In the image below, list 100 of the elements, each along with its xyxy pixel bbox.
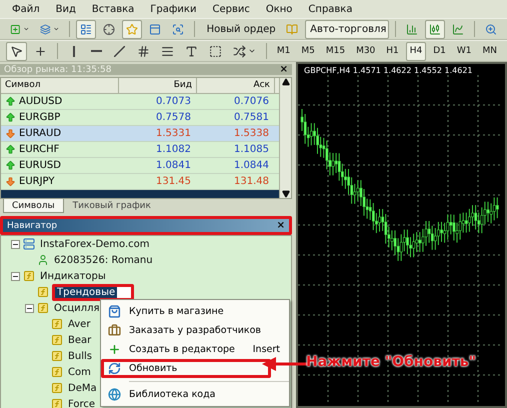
caret-icon — [22, 25, 30, 33]
menu-item[interactable]: Файл — [4, 4, 48, 14]
quote-row[interactable]: EURUSD 1.0841 1.0844 — [1, 158, 279, 174]
text-icon — [184, 44, 198, 58]
toolbar-button[interactable] — [6, 42, 27, 60]
bid-cell-text: 1.1082 — [155, 144, 192, 155]
menu-item[interactable]: Обновить — [101, 359, 271, 378]
cursor-icon — [10, 44, 23, 58]
menu-item[interactable]: Создать в редакторе Insert — [101, 340, 289, 359]
indicator-icon — [51, 350, 63, 362]
tab[interactable]: Символы — [3, 199, 64, 213]
indicator-icon — [51, 382, 63, 394]
indicator-icon — [51, 398, 63, 408]
bid-cell-text: 1.5331 — [155, 128, 192, 139]
tree-item[interactable]: Трендовые — [55, 286, 118, 298]
crosshair-icon — [34, 44, 47, 58]
indicator-icon — [51, 318, 63, 330]
channel-icon — [136, 44, 150, 58]
chart-title: GBPCHF,H4 1.4571 1.4622 1.4552 1.4621 — [303, 65, 474, 75]
symbol-cell: EURJPY — [1, 176, 119, 187]
indicator-icon — [37, 286, 49, 298]
scrollbar[interactable] — [279, 78, 291, 198]
close-button[interactable]: × — [276, 220, 285, 231]
label-icon — [208, 44, 222, 58]
toolbar-button[interactable]: Авто-торговля — [305, 20, 390, 38]
bid-cell-text: 0.7578 — [155, 112, 192, 123]
down-arrow-icon — [5, 176, 16, 187]
tree-item[interactable]: Bulls — [66, 350, 94, 362]
tree-item[interactable]: Com — [66, 366, 93, 378]
ask-cell-text: 1.5338 — [233, 128, 270, 139]
menu-item[interactable]: Заказать у разработчиков — [101, 321, 289, 340]
timeframe-button[interactable]: M1 — [272, 42, 294, 60]
menu-item[interactable]: Купить в магазине — [101, 302, 289, 321]
collapse-toggle[interactable] — [25, 304, 34, 312]
collapse-toggle[interactable] — [11, 272, 20, 280]
timeframe-button[interactable]: H1 — [382, 42, 403, 60]
symbol-cell: EURCHF — [1, 144, 119, 155]
collapse-toggle[interactable] — [11, 240, 20, 248]
refresh-icon — [108, 362, 121, 375]
symbol-cell: EURUSD — [1, 160, 119, 171]
quote-row[interactable]: EURGBP 0.7578 0.7581 — [1, 110, 279, 126]
column-header[interactable]: Аск — [197, 78, 275, 93]
column-header[interactable]: Символ — [1, 78, 119, 93]
tab[interactable]: Тиковый график — [64, 199, 160, 213]
timeframe-button[interactable]: H4 — [406, 42, 426, 60]
tree-item[interactable]: Force — [66, 398, 98, 408]
menu-item[interactable]: Сервис — [204, 4, 258, 14]
new-chart-icon — [10, 22, 21, 36]
timeframe-button[interactable]: M5 — [297, 42, 319, 60]
shortcut-text: Insert — [252, 344, 280, 355]
scroll-down-icon[interactable] — [282, 190, 290, 198]
scroll-up-icon[interactable] — [282, 78, 290, 86]
menu-item[interactable]: Окно — [258, 4, 300, 14]
column-header[interactable]: Бид — [119, 78, 197, 93]
up-arrow-icon — [5, 144, 16, 155]
timeframe-button[interactable]: D1 — [429, 42, 450, 60]
profiles-icon — [40, 22, 51, 36]
quote-row[interactable]: EURAUD 1.5331 1.5338 — [1, 126, 279, 142]
crosshair-icon — [103, 22, 116, 36]
tree-item[interactable]: 62083526: Romanu — [52, 254, 155, 266]
timeframe-button[interactable]: W1 — [452, 42, 476, 60]
timeframe-button[interactable]: M30 — [352, 42, 380, 60]
bag-icon — [108, 305, 121, 318]
symbol-cell: EURAUD — [1, 128, 119, 139]
panel-icon — [149, 22, 162, 36]
tree-item[interactable]: InstaForex-Demo.com — [38, 238, 152, 250]
tree-item[interactable]: Bear — [66, 334, 94, 346]
ask-cell-text: 131.48 — [233, 176, 270, 187]
plus-icon — [108, 343, 121, 356]
menu-item[interactable]: Вид — [48, 4, 84, 14]
quote-row[interactable]: AUDUSD 0.7073 0.7076 — [1, 94, 279, 110]
close-button[interactable]: × — [280, 64, 288, 75]
indicator-icon — [37, 302, 49, 314]
toolbar-button[interactable]: Новый ордер — [201, 20, 280, 38]
timeframe-button[interactable]: M15 — [322, 42, 350, 60]
ask-cell-text: 0.7581 — [233, 112, 270, 123]
up-arrow-icon — [5, 112, 16, 123]
ask-cell-text: 1.1085 — [233, 144, 270, 155]
book-icon — [286, 22, 298, 36]
timeframe-button[interactable]: MN — [478, 42, 501, 60]
quote-row[interactable]: EURJPY 131.45 131.48 — [1, 174, 279, 190]
caret-icon — [52, 25, 60, 33]
tree-item[interactable]: Осцилля — [52, 302, 102, 314]
arrows-icon — [232, 44, 246, 58]
account-icon — [37, 254, 49, 266]
panel-title: Навигатор — [7, 220, 58, 230]
quote-row[interactable]: EURCHF 1.1082 1.1085 — [1, 142, 279, 158]
bid-cell-text: 1.0841 — [155, 160, 192, 171]
indicator-icon — [23, 270, 35, 282]
menu-item[interactable]: Справка — [300, 4, 360, 14]
menu-item[interactable]: Библиотека кода — [101, 385, 289, 404]
menu-item[interactable]: Графики — [142, 4, 204, 14]
tree-item[interactable]: DeMa — [66, 382, 99, 394]
trend-line-icon — [114, 46, 126, 56]
tree-item[interactable]: Индикаторы — [38, 270, 108, 282]
candlestick-icon — [429, 22, 442, 36]
menu-item[interactable]: Вставка — [84, 4, 142, 14]
bar-chart-icon — [406, 22, 418, 36]
server-icon — [23, 238, 35, 250]
tree-item[interactable]: Aver — [66, 318, 92, 330]
